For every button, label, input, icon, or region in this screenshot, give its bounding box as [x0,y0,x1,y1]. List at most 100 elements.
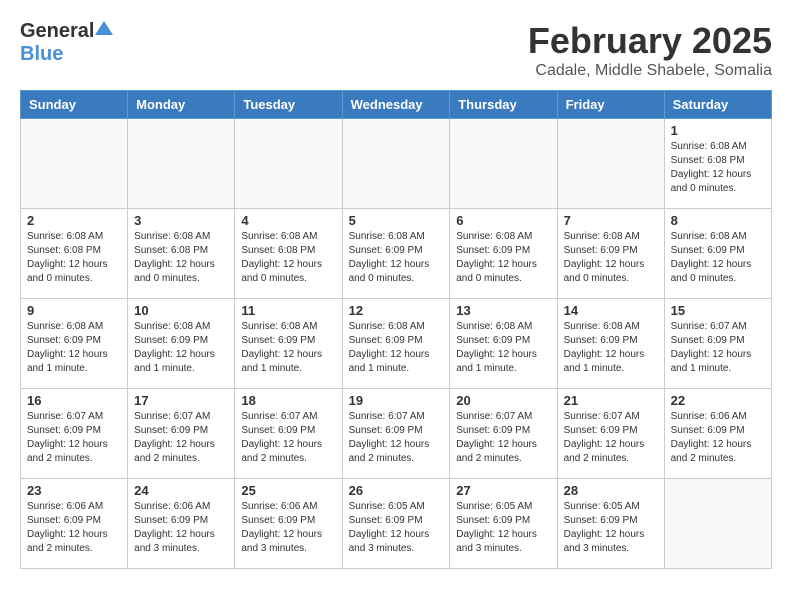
logo-general-text: General [20,20,94,43]
calendar-cell: 17 Sunrise: 6:07 AMSunset: 6:09 PMDayligh… [128,389,235,479]
calendar-week-row: 16 Sunrise: 6:07 AMSunset: 6:09 PMDayligh… [21,389,772,479]
day-info: Sunrise: 6:07 AMSunset: 6:09 PMDaylight:… [27,411,108,464]
day-info: Sunrise: 6:08 AMSunset: 6:09 PMDaylight:… [456,231,537,284]
day-info: Sunrise: 6:05 AMSunset: 6:09 PMDaylight:… [564,501,645,554]
day-number: 23 [27,483,121,498]
calendar-week-row: 2 Sunrise: 6:08 AMSunset: 6:08 PMDaylight… [21,209,772,299]
calendar-day-header-wednesday: Wednesday [342,91,450,119]
calendar-cell: 15 Sunrise: 6:07 AMSunset: 6:09 PMDayligh… [664,299,771,389]
day-info: Sunrise: 6:08 AMSunset: 6:09 PMDaylight:… [349,321,430,374]
day-number: 13 [456,303,550,318]
calendar-cell: 4 Sunrise: 6:08 AMSunset: 6:08 PMDaylight… [235,209,342,299]
day-number: 27 [456,483,550,498]
day-info: Sunrise: 6:07 AMSunset: 6:09 PMDaylight:… [349,411,430,464]
day-info: Sunrise: 6:07 AMSunset: 6:09 PMDaylight:… [241,411,322,464]
calendar-cell: 6 Sunrise: 6:08 AMSunset: 6:09 PMDaylight… [450,209,557,299]
calendar-cell: 26 Sunrise: 6:05 AMSunset: 6:09 PMDayligh… [342,479,450,569]
calendar-cell: 1 Sunrise: 6:08 AMSunset: 6:08 PMDaylight… [664,119,771,209]
day-info: Sunrise: 6:05 AMSunset: 6:09 PMDaylight:… [456,501,537,554]
page-title: February 2025 [528,20,772,62]
day-number: 3 [134,213,228,228]
calendar-cell: 14 Sunrise: 6:08 AMSunset: 6:09 PMDayligh… [557,299,664,389]
day-info: Sunrise: 6:08 AMSunset: 6:08 PMDaylight:… [241,231,322,284]
day-number: 4 [241,213,335,228]
day-info: Sunrise: 6:08 AMSunset: 6:09 PMDaylight:… [564,231,645,284]
calendar-header-row: SundayMondayTuesdayWednesdayThursdayFrid… [21,91,772,119]
day-info: Sunrise: 6:05 AMSunset: 6:09 PMDaylight:… [349,501,430,554]
day-number: 26 [349,483,444,498]
day-number: 28 [564,483,658,498]
calendar-cell: 8 Sunrise: 6:08 AMSunset: 6:09 PMDaylight… [664,209,771,299]
calendar-table: SundayMondayTuesdayWednesdayThursdayFrid… [20,90,772,569]
title-block: February 2025 Cadale, Middle Shabele, So… [528,20,772,80]
calendar-cell: 25 Sunrise: 6:06 AMSunset: 6:09 PMDayligh… [235,479,342,569]
calendar-cell [21,119,128,209]
day-number: 6 [456,213,550,228]
day-info: Sunrise: 6:06 AMSunset: 6:09 PMDaylight:… [27,501,108,554]
day-number: 16 [27,393,121,408]
day-number: 1 [671,123,765,138]
calendar-day-header-sunday: Sunday [21,91,128,119]
day-number: 7 [564,213,658,228]
calendar-week-row: 23 Sunrise: 6:06 AMSunset: 6:09 PMDayligh… [21,479,772,569]
day-info: Sunrise: 6:07 AMSunset: 6:09 PMDaylight:… [671,321,752,374]
day-number: 8 [671,213,765,228]
calendar-week-row: 9 Sunrise: 6:08 AMSunset: 6:09 PMDaylight… [21,299,772,389]
calendar-week-row: 1 Sunrise: 6:08 AMSunset: 6:08 PMDaylight… [21,119,772,209]
day-info: Sunrise: 6:08 AMSunset: 6:09 PMDaylight:… [349,231,430,284]
day-number: 20 [456,393,550,408]
calendar-cell: 27 Sunrise: 6:05 AMSunset: 6:09 PMDayligh… [450,479,557,569]
day-info: Sunrise: 6:08 AMSunset: 6:09 PMDaylight:… [671,231,752,284]
calendar-cell: 23 Sunrise: 6:06 AMSunset: 6:09 PMDayligh… [21,479,128,569]
day-info: Sunrise: 6:08 AMSunset: 6:09 PMDaylight:… [27,321,108,374]
day-info: Sunrise: 6:06 AMSunset: 6:09 PMDaylight:… [134,501,215,554]
calendar-cell [450,119,557,209]
calendar-cell [664,479,771,569]
day-info: Sunrise: 6:08 AMSunset: 6:09 PMDaylight:… [241,321,322,374]
calendar-cell: 28 Sunrise: 6:05 AMSunset: 6:09 PMDayligh… [557,479,664,569]
calendar-day-header-thursday: Thursday [450,91,557,119]
calendar-cell: 10 Sunrise: 6:08 AMSunset: 6:09 PMDayligh… [128,299,235,389]
day-info: Sunrise: 6:08 AMSunset: 6:08 PMDaylight:… [671,141,752,194]
calendar-cell: 18Sunrise: 6:07 AMSunset: 6:09 PMDayligh… [235,389,342,479]
day-number: 2 [27,213,121,228]
calendar-cell [235,119,342,209]
day-number: 25 [241,483,335,498]
day-number: 11 [241,303,335,318]
day-number: 10 [134,303,228,318]
calendar-day-header-friday: Friday [557,91,664,119]
day-info: Sunrise: 6:08 AMSunset: 6:09 PMDaylight:… [564,321,645,374]
day-info: Sunrise: 6:07 AMSunset: 6:09 PMDaylight:… [456,411,537,464]
day-info: Sunrise: 6:08 AMSunset: 6:08 PMDaylight:… [27,231,108,284]
calendar-cell: 21 Sunrise: 6:07 AMSunset: 6:09 PMDayligh… [557,389,664,479]
calendar-cell: 13Sunrise: 6:08 AMSunset: 6:09 PMDayligh… [450,299,557,389]
day-info: Sunrise: 6:07 AMSunset: 6:09 PMDaylight:… [134,411,215,464]
day-info: Sunrise: 6:08 AMSunset: 6:09 PMDaylight:… [134,321,215,374]
logo-blue-text: Blue [20,43,63,66]
calendar-cell: 9 Sunrise: 6:08 AMSunset: 6:09 PMDaylight… [21,299,128,389]
day-number: 17 [134,393,228,408]
day-info: Sunrise: 6:06 AMSunset: 6:09 PMDaylight:… [241,501,322,554]
calendar-cell: 24Sunrise: 6:06 AMSunset: 6:09 PMDayligh… [128,479,235,569]
calendar-cell: 19 Sunrise: 6:07 AMSunset: 6:09 PMDayligh… [342,389,450,479]
calendar-cell: 16 Sunrise: 6:07 AMSunset: 6:09 PMDayligh… [21,389,128,479]
day-info: Sunrise: 6:06 AMSunset: 6:09 PMDaylight:… [671,411,752,464]
day-number: 9 [27,303,121,318]
calendar-cell: 3 Sunrise: 6:08 AMSunset: 6:08 PMDaylight… [128,209,235,299]
calendar-cell: 7 Sunrise: 6:08 AMSunset: 6:09 PMDaylight… [557,209,664,299]
calendar-cell [128,119,235,209]
day-number: 5 [349,213,444,228]
day-number: 15 [671,303,765,318]
page-header: General Blue February 2025 Cadale, Middl… [20,20,772,80]
day-number: 14 [564,303,658,318]
calendar-cell: 5 Sunrise: 6:08 AMSunset: 6:09 PMDaylight… [342,209,450,299]
day-number: 22 [671,393,765,408]
day-number: 21 [564,393,658,408]
calendar-day-header-monday: Monday [128,91,235,119]
logo: General Blue [20,20,113,66]
day-number: 19 [349,393,444,408]
day-info: Sunrise: 6:08 AMSunset: 6:08 PMDaylight:… [134,231,215,284]
calendar-day-header-tuesday: Tuesday [235,91,342,119]
day-info: Sunrise: 6:07 AMSunset: 6:09 PMDaylight:… [564,411,645,464]
calendar-cell: 12Sunrise: 6:08 AMSunset: 6:09 PMDayligh… [342,299,450,389]
